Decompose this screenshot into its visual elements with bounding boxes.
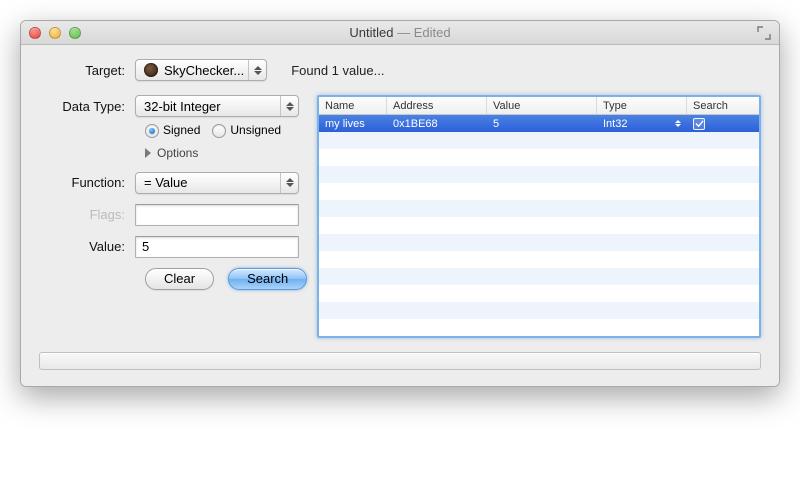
radio-icon (212, 124, 226, 138)
radio-icon (145, 124, 159, 138)
function-label: Function: (39, 175, 135, 190)
options-disclosure[interactable]: Options (39, 146, 299, 160)
col-address[interactable]: Address (387, 97, 487, 114)
updown-icon (280, 96, 298, 116)
target-label: Target: (39, 63, 135, 78)
table-row[interactable] (319, 183, 759, 200)
col-value[interactable]: Value (487, 97, 597, 114)
options-label: Options (157, 146, 198, 160)
function-row: Function: = Value (39, 172, 299, 194)
col-search[interactable]: Search (687, 97, 759, 114)
table-row[interactable] (319, 268, 759, 285)
unsigned-radio[interactable]: Unsigned (212, 123, 281, 138)
signed-radio[interactable]: Signed (145, 123, 200, 138)
table-row[interactable]: my lives0x1BE685Int32 (319, 115, 759, 132)
cell-type[interactable]: Int32 (597, 118, 687, 130)
function-value: = Value (144, 175, 188, 190)
table-row[interactable] (319, 285, 759, 302)
updown-icon (675, 120, 681, 127)
table-header: Name Address Value Type Search (319, 97, 759, 115)
app-window: Untitled — Edited Target: SkyChecker... … (20, 20, 780, 387)
col-type[interactable]: Type (597, 97, 687, 114)
updown-icon (280, 173, 298, 193)
cell-search[interactable] (687, 118, 759, 130)
data-type-value: 32-bit Integer (144, 99, 221, 114)
edited-indicator: — Edited (393, 25, 450, 40)
data-type-select[interactable]: 32-bit Integer (135, 95, 299, 117)
table-row[interactable] (319, 132, 759, 149)
col-name[interactable]: Name (319, 97, 387, 114)
flags-row: Flags: (39, 204, 299, 226)
table-row[interactable] (319, 251, 759, 268)
table-row[interactable] (319, 234, 759, 251)
target-row: Target: SkyChecker... Found 1 value... (39, 59, 761, 81)
title-text: Untitled (349, 25, 393, 40)
table-row[interactable] (319, 217, 759, 234)
table-row[interactable] (319, 302, 759, 319)
target-value: SkyChecker... (164, 63, 244, 78)
flags-label: Flags: (39, 207, 135, 222)
app-icon (144, 63, 158, 77)
button-row: Clear Search (39, 268, 299, 290)
sign-row: Signed Unsigned (39, 123, 299, 138)
table-body[interactable]: my lives0x1BE685Int32 (319, 115, 759, 336)
search-button[interactable]: Search (228, 268, 307, 290)
results-table: Name Address Value Type Search my lives0… (317, 95, 761, 338)
progress-bar (39, 352, 761, 370)
data-type-label: Data Type: (39, 99, 135, 114)
cell-value: 5 (487, 118, 597, 130)
value-input[interactable] (135, 236, 299, 258)
function-select[interactable]: = Value (135, 172, 299, 194)
target-select[interactable]: SkyChecker... (135, 59, 267, 81)
close-icon[interactable] (29, 27, 41, 39)
search-form: Data Type: 32-bit Integer Signed Unsigne… (39, 95, 299, 338)
minimize-icon[interactable] (49, 27, 61, 39)
window-title: Untitled — Edited (21, 25, 779, 40)
traffic-lights (29, 27, 81, 39)
table-row[interactable] (319, 166, 759, 183)
clear-button[interactable]: Clear (145, 268, 214, 290)
updown-icon (248, 60, 266, 80)
table-row[interactable] (319, 200, 759, 217)
table-row[interactable] (319, 149, 759, 166)
value-row: Value: (39, 236, 299, 258)
flags-input[interactable] (135, 204, 299, 226)
data-type-row: Data Type: 32-bit Integer (39, 95, 299, 117)
table-row[interactable] (319, 319, 759, 336)
fullscreen-icon[interactable] (757, 26, 771, 40)
content-area: Target: SkyChecker... Found 1 value... D… (21, 45, 779, 386)
main-row: Data Type: 32-bit Integer Signed Unsigne… (39, 95, 761, 338)
zoom-icon[interactable] (69, 27, 81, 39)
cell-name: my lives (319, 118, 387, 130)
cell-address: 0x1BE68 (387, 118, 487, 130)
checkbox-icon (693, 118, 705, 130)
value-label: Value: (39, 239, 135, 254)
disclosure-icon (145, 148, 151, 158)
titlebar: Untitled — Edited (21, 21, 779, 45)
status-text: Found 1 value... (291, 63, 384, 78)
